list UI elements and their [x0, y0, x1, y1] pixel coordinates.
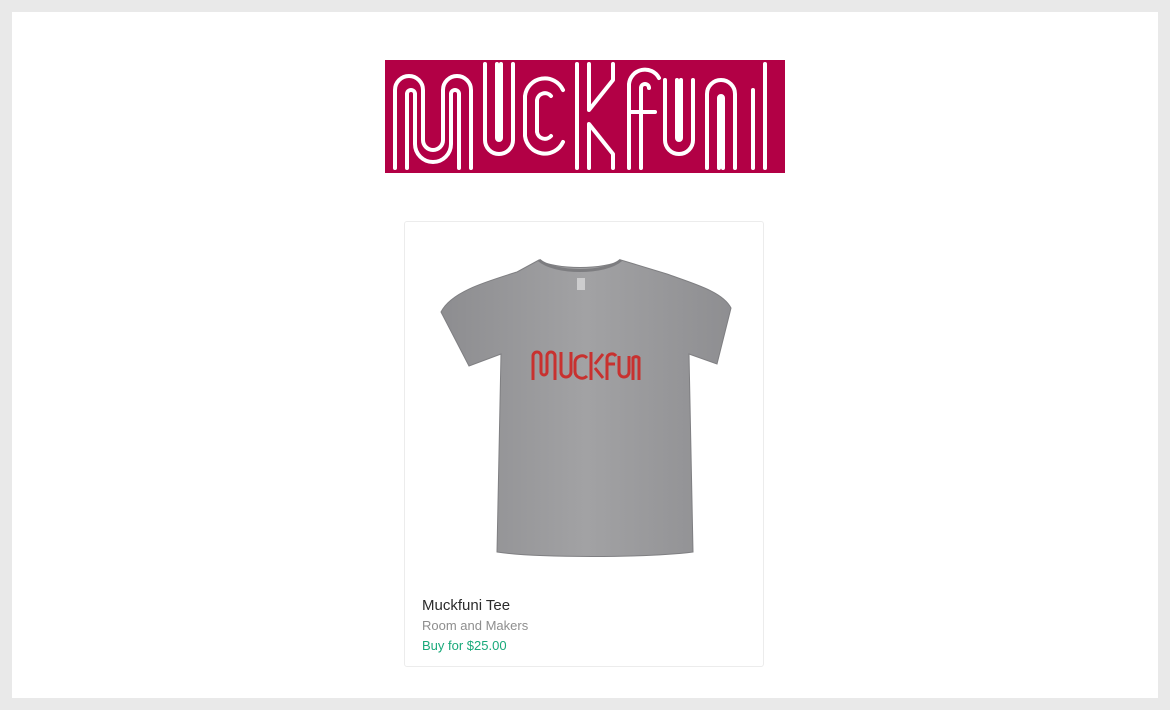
product-title[interactable]: Muckfuni Tee: [422, 596, 746, 616]
product-card[interactable]: Muckfuni Tee Room and Makers Buy for $25…: [404, 221, 764, 667]
buy-button[interactable]: Buy for $25.00: [422, 636, 746, 656]
muckfuni-logo: [385, 60, 785, 173]
product-info: Muckfuni Tee Room and Makers Buy for $25…: [422, 596, 746, 656]
product-maker: Room and Makers: [422, 618, 529, 633]
product-image[interactable]: [405, 222, 763, 582]
page-frame: Muckfuni Tee Room and Makers Buy for $25…: [12, 12, 1158, 698]
tshirt-icon: [440, 259, 732, 557]
